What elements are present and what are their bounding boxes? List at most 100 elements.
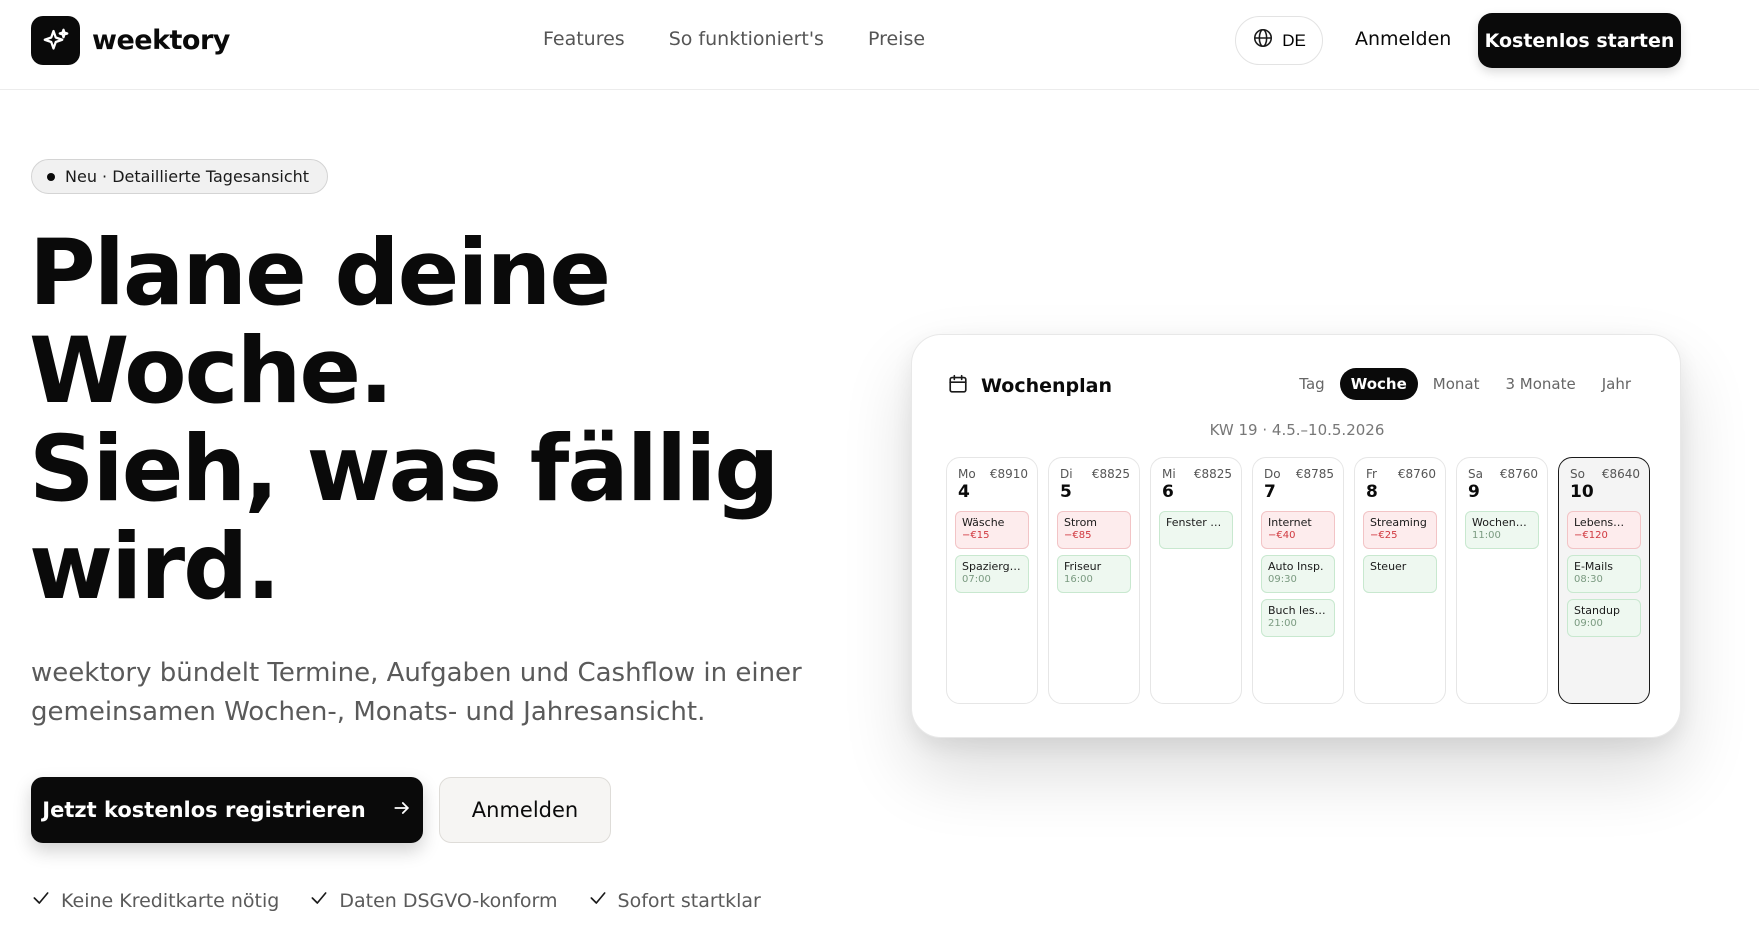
event-time: 16:00 bbox=[1064, 574, 1093, 585]
benefit-text: Keine Kreditkarte nötig bbox=[61, 889, 280, 912]
appointment-event[interactable]: Standup 09:00 bbox=[1567, 599, 1641, 637]
hero-subtitle: weektory bündelt Termine, Aufgaben und C… bbox=[31, 658, 802, 727]
benefit-list: Keine Kreditkarte nötig Daten DSGVO-konf… bbox=[31, 888, 761, 913]
event-list: Internet −€40 Auto Insp. 09:30 Buch lesen 21:… bbox=[1253, 502, 1343, 637]
benefit-item: Daten DSGVO-konform bbox=[309, 888, 558, 913]
event-name: Standup bbox=[1574, 604, 1620, 617]
day-abbr: Fr bbox=[1366, 467, 1377, 481]
event-amount: −€120 bbox=[1574, 530, 1608, 541]
language-switcher[interactable]: DE bbox=[1235, 16, 1323, 65]
start-free-button[interactable]: Kostenlos starten bbox=[1478, 13, 1681, 68]
expense-event[interactable]: Wäsche −€15 bbox=[955, 511, 1029, 549]
day-balance: €8910 bbox=[989, 467, 1028, 481]
day-column[interactable]: Sa €8760 9 Wochenei… 11:00 bbox=[1456, 457, 1548, 704]
nav-link-pricing[interactable]: Preise bbox=[868, 28, 925, 50]
expense-event[interactable]: Lebensmit…−€120 bbox=[1567, 511, 1641, 549]
appointment-event[interactable]: Friseur 16:00 bbox=[1057, 555, 1131, 593]
day-column[interactable]: Di €8825 5 Strom −€85 Friseur 16:00 bbox=[1048, 457, 1140, 704]
hero-login-button[interactable]: Anmelden bbox=[439, 777, 611, 843]
expense-event[interactable]: Strom −€85 bbox=[1057, 511, 1131, 549]
appointment-event[interactable]: Steuer bbox=[1363, 555, 1437, 593]
day-header: Fr €8760 bbox=[1355, 458, 1445, 481]
event-amount: −€85 bbox=[1064, 530, 1092, 541]
view-tab-year[interactable]: Jahr bbox=[1591, 368, 1642, 400]
register-button[interactable]: Jetzt kostenlos registrieren bbox=[31, 777, 423, 843]
event-time: 09:30 bbox=[1268, 574, 1297, 585]
day-column[interactable]: Mi €8825 6 Fenster p… bbox=[1150, 457, 1242, 704]
appointment-event[interactable]: Fenster p… bbox=[1159, 511, 1233, 549]
day-column[interactable]: Fr €8760 8 Streaming −€25 Steuer bbox=[1354, 457, 1446, 704]
view-tab-3-months[interactable]: 3 Monate bbox=[1494, 368, 1586, 400]
nav-link-features[interactable]: Features bbox=[543, 28, 625, 50]
appointment-event[interactable]: Wochenei… 11:00 bbox=[1465, 511, 1539, 549]
event-name: Fenster p… bbox=[1166, 516, 1226, 529]
event-name: Buch lesen bbox=[1268, 604, 1328, 617]
event-name: Friseur bbox=[1064, 560, 1102, 573]
expense-event[interactable]: Streaming −€25 bbox=[1363, 511, 1437, 549]
event-time: 08:30 bbox=[1574, 574, 1603, 585]
day-abbr: Do bbox=[1264, 467, 1281, 481]
day-abbr: Mo bbox=[958, 467, 976, 481]
day-number: 4 bbox=[958, 482, 970, 502]
day-number: 9 bbox=[1468, 482, 1480, 502]
event-time: 11:00 bbox=[1472, 530, 1501, 541]
event-name: Wäsche bbox=[962, 516, 1005, 529]
day-balance: €8760 bbox=[1499, 467, 1538, 481]
event-name: Lebensmit… bbox=[1574, 516, 1634, 529]
day-abbr: Mi bbox=[1162, 467, 1176, 481]
login-link[interactable]: Anmelden bbox=[1355, 28, 1451, 50]
day-balance: €8640 bbox=[1601, 467, 1640, 481]
day-header: Mo €8910 bbox=[947, 458, 1037, 481]
appointment-event[interactable]: Auto Insp. 09:30 bbox=[1261, 555, 1335, 593]
view-tab-day[interactable]: Tag bbox=[1288, 368, 1335, 400]
appointment-event[interactable]: Buch lesen 21:00 bbox=[1261, 599, 1335, 637]
event-name: Strom bbox=[1064, 516, 1098, 529]
appointment-event[interactable]: E-Mails 08:30 bbox=[1567, 555, 1641, 593]
day-header: Mi €8825 bbox=[1151, 458, 1241, 481]
event-time: 09:00 bbox=[1574, 618, 1603, 629]
week-range-label: KW 19 · 4.5.–10.5.2026 bbox=[1209, 421, 1385, 439]
event-name: Wochenei… bbox=[1472, 516, 1532, 529]
day-column[interactable]: So €8640 10 Lebensmit…−€120 E-Mails08:30 Stan… bbox=[1558, 457, 1650, 704]
event-name: E-Mails bbox=[1574, 560, 1613, 573]
day-number: 5 bbox=[1060, 482, 1072, 502]
event-amount: −€40 bbox=[1268, 530, 1296, 541]
expense-event[interactable]: Internet −€40 bbox=[1261, 511, 1335, 549]
benefit-item: Sofort startklar bbox=[588, 888, 761, 913]
day-balance: €8760 bbox=[1397, 467, 1436, 481]
hero-title-line: Woche. bbox=[29, 319, 394, 424]
view-tab-month[interactable]: Monat bbox=[1422, 368, 1491, 400]
day-header: So €8640 bbox=[1559, 458, 1649, 481]
event-name: Auto Insp. bbox=[1268, 560, 1324, 573]
day-header: Di €8825 bbox=[1049, 458, 1139, 481]
globe-icon bbox=[1252, 27, 1274, 54]
checkmark-icon bbox=[588, 888, 608, 913]
hero-title-line: Plane deine bbox=[29, 221, 611, 326]
event-amount: −€15 bbox=[962, 530, 990, 541]
event-name: Steuer bbox=[1370, 560, 1407, 573]
benefit-item: Keine Kreditkarte nötig bbox=[31, 888, 279, 913]
register-button-label: Jetzt kostenlos registrieren bbox=[42, 798, 366, 822]
day-abbr: So bbox=[1570, 467, 1585, 481]
event-list: Fenster p… bbox=[1151, 502, 1241, 549]
event-name: Internet bbox=[1268, 516, 1312, 529]
planner-header: Wochenplan bbox=[947, 373, 1112, 399]
day-header: Do €8785 bbox=[1253, 458, 1343, 481]
announcement-badge[interactable]: Neu · Detaillierte Tagesansicht bbox=[31, 159, 329, 194]
brand-logo-link[interactable]: weektory bbox=[31, 16, 230, 65]
hero-title-line: Sieh, was fällig bbox=[29, 417, 780, 522]
benefit-text: Sofort startklar bbox=[617, 889, 761, 912]
week-planner-card: Wochenplan Tag Woche Monat 3 Monate Jahr… bbox=[911, 334, 1681, 738]
event-time: 21:00 bbox=[1268, 618, 1297, 629]
sparkle-icon bbox=[31, 16, 80, 65]
day-number: 6 bbox=[1162, 482, 1174, 502]
hero-title-line: wird. bbox=[29, 515, 281, 620]
day-column[interactable]: Mo €8910 4 Wäsche −€15 Spazierga… 07:00 bbox=[946, 457, 1038, 704]
event-list: Wäsche −€15 Spazierga… 07:00 bbox=[947, 502, 1037, 593]
appointment-event[interactable]: Spazierga… 07:00 bbox=[955, 555, 1029, 593]
nav-link-how-it-works[interactable]: So funktioniert's bbox=[669, 28, 824, 50]
day-column[interactable]: Do €8785 7 Internet −€40 Auto Insp. 09:30 Buch … bbox=[1252, 457, 1344, 704]
view-tab-week[interactable]: Woche bbox=[1339, 368, 1418, 400]
event-name: Spazierga… bbox=[962, 560, 1022, 573]
event-name: Streaming bbox=[1370, 516, 1427, 529]
